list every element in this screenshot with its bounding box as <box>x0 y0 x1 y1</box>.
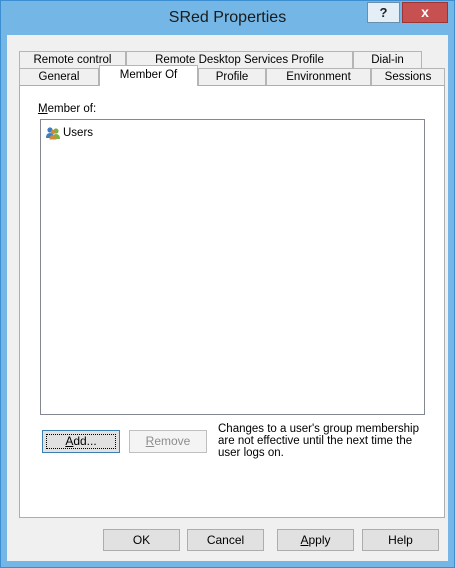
title-bar[interactable]: SRed Properties ? x <box>1 1 454 35</box>
users-group-icon <box>46 127 60 140</box>
close-icon[interactable]: x <box>402 2 448 23</box>
dialog-client-area: Remote control Remote Desktop Services P… <box>7 35 448 561</box>
tab-member-of[interactable]: Member Of <box>99 65 198 86</box>
properties-dialog: SRed Properties ? x Remote control Remot… <box>0 0 455 568</box>
cancel-button[interactable]: Cancel <box>187 529 264 551</box>
add-button[interactable]: Add... <box>42 430 120 453</box>
member-of-panel: Member of: Users Add... Remove Changes t… <box>19 85 445 518</box>
member-of-label: Member of: <box>38 103 97 115</box>
ok-button[interactable]: OK <box>103 529 180 551</box>
remove-button[interactable]: Remove <box>129 430 207 453</box>
member-of-list[interactable]: Users <box>40 119 425 415</box>
list-item[interactable]: Users <box>45 125 93 141</box>
membership-note: Changes to a user's group membership are… <box>218 423 419 459</box>
apply-button[interactable]: Apply <box>277 529 354 551</box>
help-icon[interactable]: ? <box>367 2 400 23</box>
help-button[interactable]: Help <box>362 529 439 551</box>
group-name: Users <box>63 127 94 139</box>
